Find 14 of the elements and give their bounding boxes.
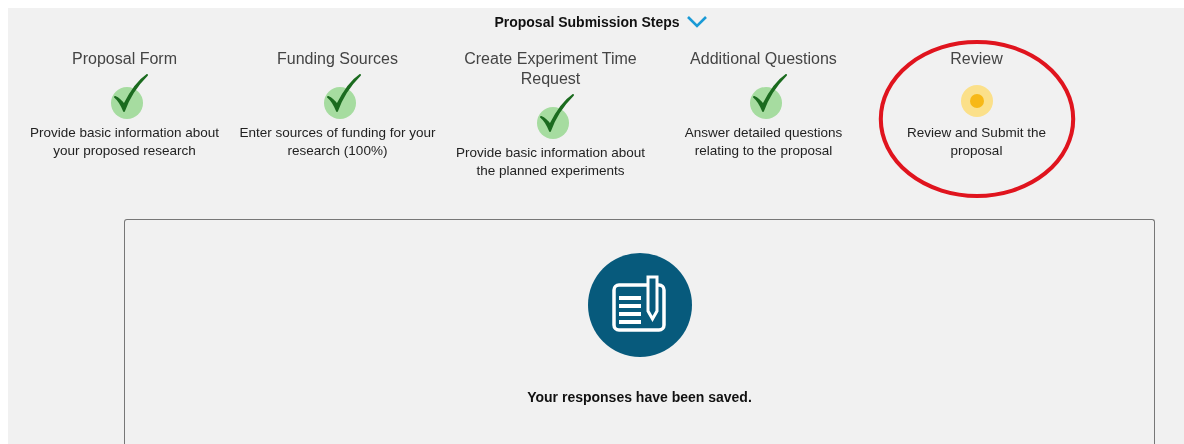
- step-title[interactable]: Proposal Form: [24, 49, 225, 69]
- chevron-down-icon[interactable]: [685, 15, 708, 29]
- step-description: Provide basic information about the planned experiments: [454, 144, 647, 180]
- saved-message: Your responses have been saved.: [527, 389, 752, 405]
- step-title[interactable]: Review: [876, 49, 1077, 69]
- step-title[interactable]: Additional Questions: [663, 49, 864, 69]
- step-description: Answer detailed questions relating to the proposal: [683, 124, 844, 160]
- step-description: Review and Submit the proposal: [906, 124, 1047, 160]
- step-title[interactable]: Create Experiment Time Request: [450, 49, 651, 89]
- document-pen-icon: [587, 253, 692, 357]
- step-description: Enter sources of funding for your research (100%): [238, 124, 437, 160]
- step-title[interactable]: Funding Sources: [237, 49, 438, 69]
- steps-title: Proposal Submission Steps: [494, 14, 680, 30]
- step-description: Provide basic information about your proposed research: [28, 124, 221, 160]
